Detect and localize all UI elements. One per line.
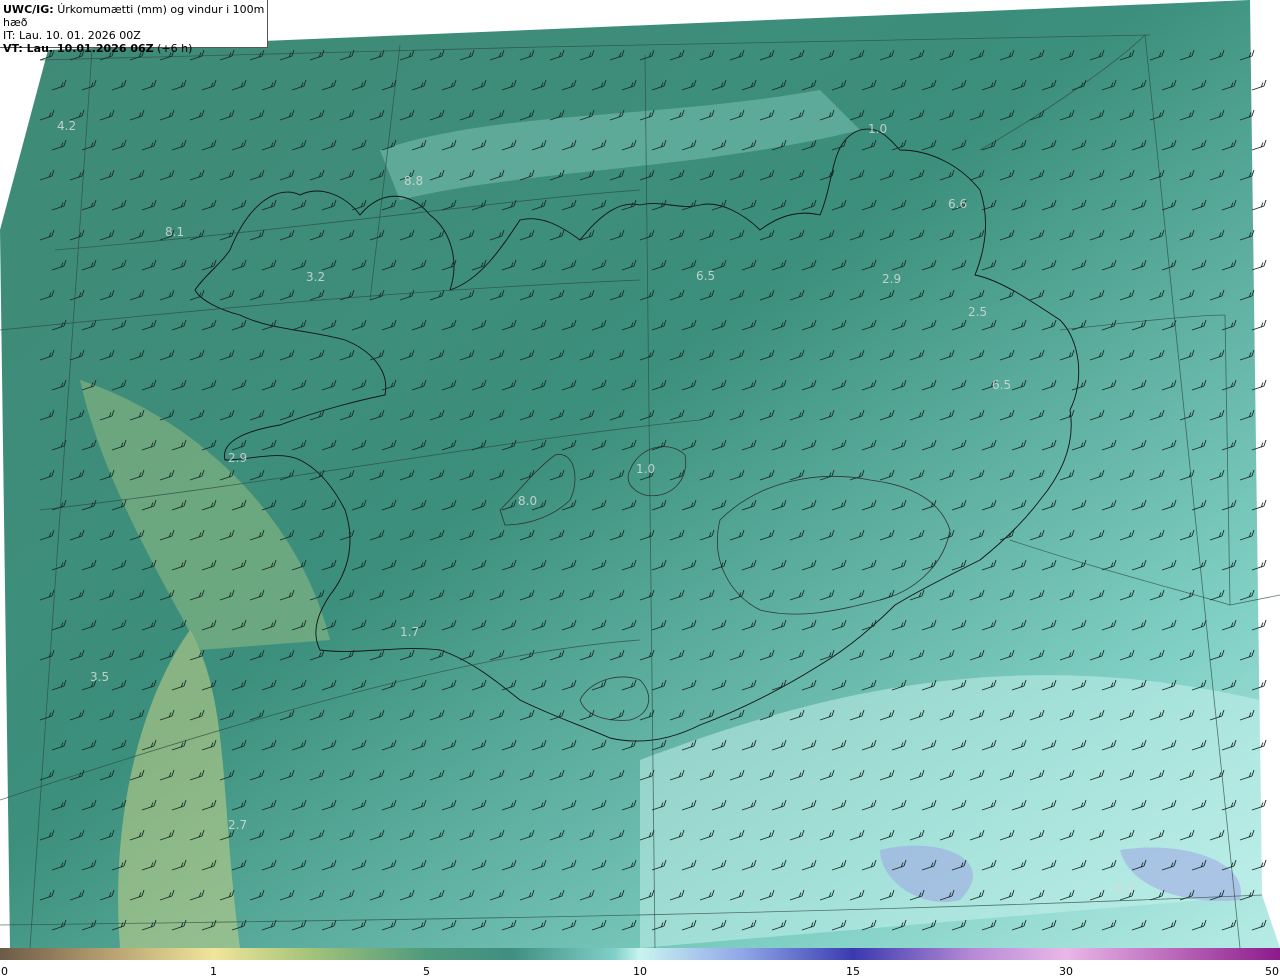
init-time: IT: Lau. 10. 01. 2026 00Z bbox=[3, 29, 141, 42]
colorbar-tick: 15 bbox=[846, 965, 860, 978]
valid-line: VT: Lau. 10.01.2026 06Z (+6 h) bbox=[3, 42, 267, 55]
colorbar-tick: 5 bbox=[423, 965, 430, 978]
map-value: 4.2 bbox=[57, 119, 76, 133]
map-value: 6.5 bbox=[696, 269, 715, 283]
colorbar: 0 1 5 10 15 30 50 bbox=[0, 948, 1280, 978]
colorbar-tick: 30 bbox=[1059, 965, 1073, 978]
map-value: 3.2 bbox=[306, 270, 325, 284]
map-value: 6.9 bbox=[1115, 882, 1134, 896]
map-value: 2.9 bbox=[882, 272, 901, 286]
colorbar-tick: 0 bbox=[1, 965, 8, 978]
precipitation-wind-map: 4.2 8.1 3.2 8.8 6.5 2.9 2.5 6.6 6.5 1.0 … bbox=[0, 0, 1280, 948]
map-value: 1.7 bbox=[400, 625, 419, 639]
map-value: 8.1 bbox=[165, 225, 184, 239]
map-value: 3.5 bbox=[90, 670, 109, 684]
valid-time: VT: Lau. 10.01.2026 06Z bbox=[3, 42, 154, 55]
title-line: UWC/IG: Úrkomumætti (mm) og vindur i 100… bbox=[3, 3, 267, 29]
colorbar-strip bbox=[0, 948, 1280, 960]
lead-time: (+6 h) bbox=[157, 42, 193, 55]
map-value: 6.5 bbox=[992, 378, 1011, 392]
map-value: 1.0 bbox=[868, 122, 887, 136]
colorbar-tick: 1 bbox=[210, 965, 217, 978]
colorbar-tick: 50 bbox=[1265, 965, 1279, 978]
map-value: 2.9 bbox=[228, 451, 247, 465]
map-value: 2.5 bbox=[968, 305, 987, 319]
map-value: 1.0 bbox=[636, 462, 655, 476]
map-value: 8.0 bbox=[518, 494, 537, 508]
model-label: UWC/IG: bbox=[3, 3, 54, 16]
map-value: 8.8 bbox=[404, 174, 423, 188]
colorbar-tick: 10 bbox=[633, 965, 647, 978]
map-value: 6.6 bbox=[948, 197, 967, 211]
map-value: 2.7 bbox=[228, 818, 247, 832]
map-info-panel: UWC/IG: Úrkomumætti (mm) og vindur i 100… bbox=[0, 0, 268, 55]
